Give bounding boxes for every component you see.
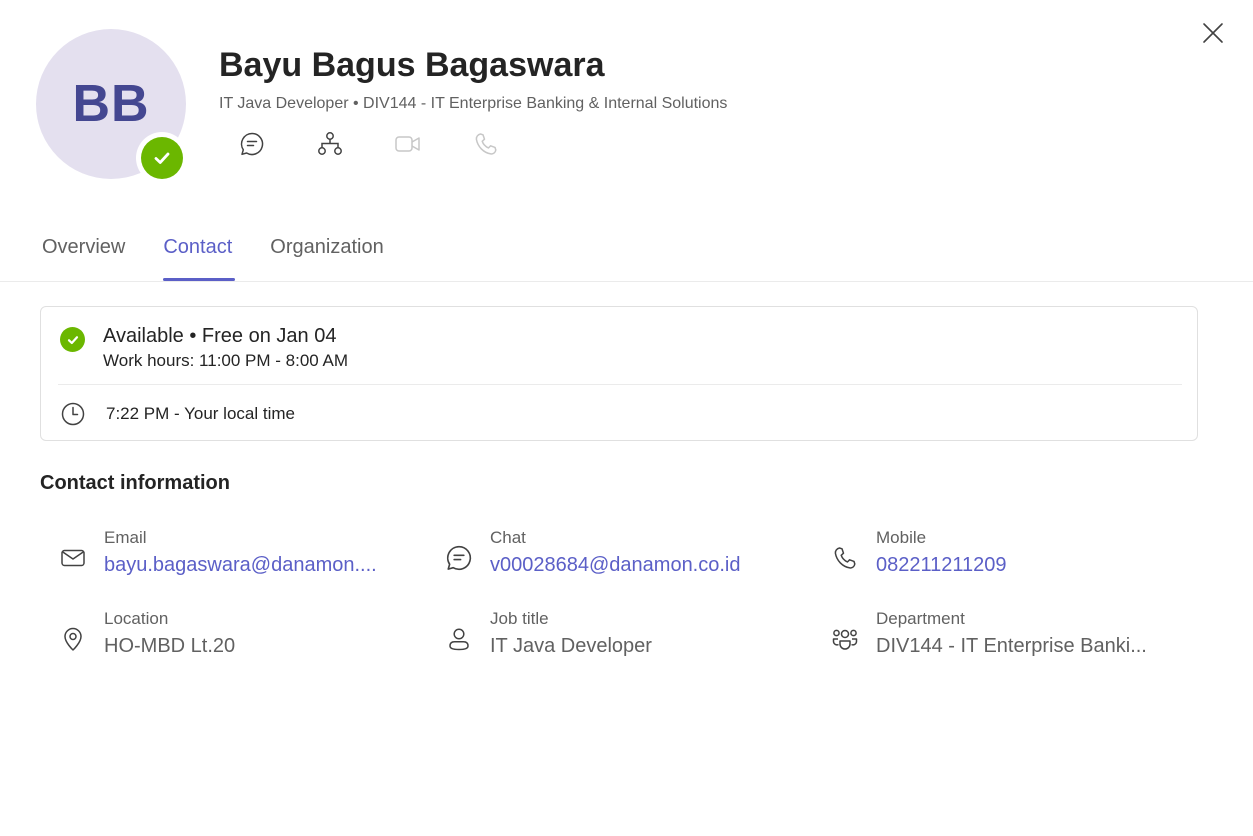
availability-text: Available • Free on Jan 04 xyxy=(103,325,337,347)
location-label: Location xyxy=(104,609,169,628)
mail-icon xyxy=(61,549,85,567)
department-label: Department xyxy=(876,609,965,628)
department-value: DIV144 - IT Enterprise Banki... xyxy=(876,635,1147,657)
tab-overview[interactable]: Overview xyxy=(42,236,125,281)
email-link[interactable]: bayu.bagaswara@danamon.... xyxy=(104,554,377,577)
local-time-text: 7:22 PM - Your local time xyxy=(106,404,295,423)
chat-item: Chat v00028684@danamon.co.id xyxy=(444,528,741,577)
mobile-label: Mobile xyxy=(876,528,927,547)
phone-call-button[interactable] xyxy=(466,126,506,162)
profile-name: Bayu Bagus Bagaswara xyxy=(219,46,605,84)
job-title-value: IT Java Developer xyxy=(490,635,652,657)
quick-actions xyxy=(232,126,544,162)
mobile-item: Mobile 082211211209 xyxy=(830,528,1007,577)
contact-information-heading: Contact information xyxy=(40,472,230,494)
tab-organization[interactable]: Organization xyxy=(270,236,383,281)
avatar-initials: BB xyxy=(72,75,150,133)
status-card: Available • Free on Jan 04 Work hours: 1… xyxy=(40,306,1198,441)
profile-tabs: Overview Contact Organization xyxy=(42,236,422,281)
department-item: Department DIV144 - IT Enterprise Banki.… xyxy=(830,609,1147,658)
chat-icon xyxy=(447,545,472,571)
checkmark-icon xyxy=(154,152,170,164)
clock-icon xyxy=(61,402,85,426)
chat-label: Chat xyxy=(490,528,526,547)
mobile-link[interactable]: 082211211209 xyxy=(876,554,1007,577)
chat-button[interactable] xyxy=(232,126,272,162)
close-button[interactable] xyxy=(1196,16,1230,50)
email-label: Email xyxy=(104,528,147,547)
email-item: Email bayu.bagaswara@danamon.... xyxy=(58,528,377,577)
profile-subtitle: IT Java Developer • DIV144 - IT Enterpri… xyxy=(219,95,728,112)
people-team-icon xyxy=(832,629,858,650)
location-item: Location HO-MBD Lt.20 xyxy=(58,609,235,658)
org-chart-icon xyxy=(318,132,342,155)
local-time-row: 7:22 PM - Your local time xyxy=(60,401,295,427)
location-pin-icon xyxy=(64,627,82,651)
tabs-divider xyxy=(0,281,1253,282)
person-icon xyxy=(449,628,469,651)
presence-badge xyxy=(136,132,188,184)
org-chart-button[interactable] xyxy=(310,126,350,162)
chat-link[interactable]: v00028684@danamon.co.id xyxy=(490,554,741,577)
available-status-icon xyxy=(60,327,85,352)
work-hours-text: Work hours: 11:00 PM - 8:00 AM xyxy=(103,351,349,370)
phone-call-icon xyxy=(475,133,497,155)
close-icon xyxy=(1203,23,1223,43)
chat-icon xyxy=(240,132,264,156)
job-title-item: Job title IT Java Developer xyxy=(444,609,652,658)
video-call-icon xyxy=(395,136,420,152)
job-title-label: Job title xyxy=(490,609,549,628)
video-call-button[interactable] xyxy=(388,126,428,162)
phone-icon xyxy=(834,547,856,569)
tab-contact[interactable]: Contact xyxy=(163,236,236,281)
location-value: HO-MBD Lt.20 xyxy=(104,635,236,657)
availability-row: Available • Free on Jan 04 Work hours: 1… xyxy=(60,325,348,371)
card-divider xyxy=(58,384,1182,385)
